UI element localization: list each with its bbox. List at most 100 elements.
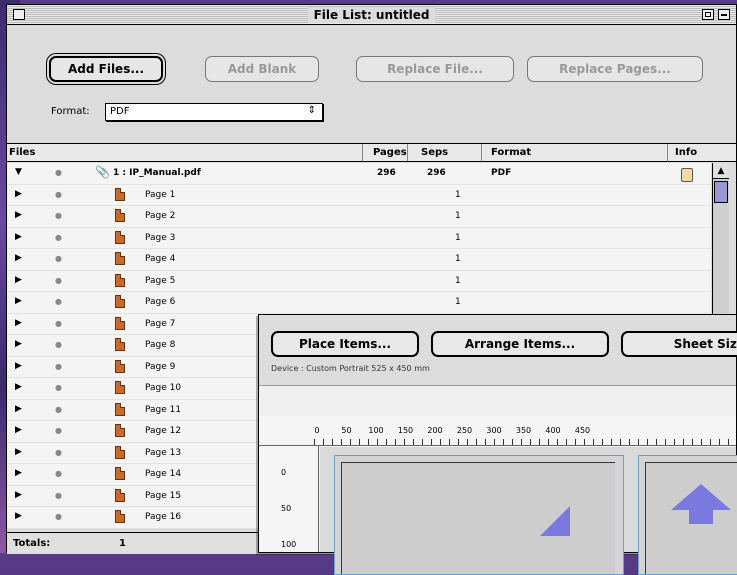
add-blank-button[interactable]: Add Blank (205, 56, 319, 82)
file-row[interactable]: ▼ ● 📎 1 : IP_Manual.pdf 296 296 PDF (7, 163, 711, 185)
page-row[interactable]: ▶ ● Page 6 1 (7, 292, 711, 314)
page-name: Page 16 (145, 512, 182, 522)
status-dot-icon: ● (55, 232, 62, 242)
page-icon (115, 359, 125, 373)
disclosure-closed-icon[interactable]: ▶ (15, 468, 22, 478)
arrange-items-button[interactable]: Arrange Items... (431, 331, 609, 357)
status-dot-icon: ● (55, 447, 62, 457)
ruler-tick-label: 300 (486, 426, 502, 435)
col-format[interactable]: Format (491, 147, 531, 158)
page-icon (115, 295, 125, 308)
ruler-tick-label: 100 (368, 426, 384, 435)
page-row[interactable]: ▶ ● Page 5 1 (7, 270, 711, 292)
disclosure-closed-icon[interactable]: ▶ (15, 490, 22, 500)
page-row[interactable]: ▶ ● Page 1 1 (7, 184, 711, 206)
disclosure-closed-icon[interactable]: ▶ (15, 382, 22, 392)
col-files[interactable]: Files (9, 147, 35, 158)
disclosure-closed-icon[interactable]: ▶ (15, 189, 22, 199)
page-icon (115, 445, 125, 459)
status-dot-icon: ● (55, 512, 62, 521)
toolbar: Add Files... Add Blank Replace File... R… (7, 26, 736, 144)
sheet-size-button[interactable]: Sheet Size (621, 331, 737, 357)
file-format: PDF (491, 168, 512, 178)
replace-pages-button[interactable]: Replace Pages... (527, 56, 703, 82)
sheet-canvas[interactable] (320, 447, 737, 575)
status-dot-icon: ● (55, 189, 62, 199)
page-name: Page 3 (145, 232, 176, 243)
vertical-ruler: 0 50 100 (259, 446, 319, 552)
page-row[interactable]: ▶ ● Page 3 1 (7, 227, 711, 249)
disclosure-closed-icon[interactable]: ▶ (15, 447, 22, 457)
page-icon (115, 316, 125, 330)
page-seps: 1 (455, 275, 461, 286)
sheet-page[interactable] (334, 455, 624, 575)
disclosure-closed-icon[interactable]: ▶ (15, 425, 22, 435)
page-row[interactable]: ▶ ● Page 4 1 (7, 249, 711, 271)
format-select[interactable]: PDF ⇕ (105, 103, 323, 121)
page-icon (115, 488, 125, 502)
disclosure-closed-icon[interactable]: ▶ (15, 318, 22, 328)
info-icon[interactable] (681, 168, 693, 182)
disclosure-closed-icon[interactable]: ▶ (15, 210, 22, 220)
totals-value: 1 (119, 538, 126, 549)
page-name: Page 7 (145, 318, 176, 329)
disclosure-closed-icon[interactable]: ▶ (15, 511, 22, 521)
window-title: File List: untitled (307, 7, 436, 23)
status-dot-icon: ● (55, 340, 62, 349)
title-bar[interactable]: File List: untitled (7, 5, 736, 25)
close-box[interactable] (13, 9, 25, 20)
device-label: Device : Custom Portrait 525 x 450 mm (271, 364, 430, 373)
page-row[interactable]: ▶ ● Page 2 1 (7, 206, 711, 228)
page-seps: 1 (455, 297, 461, 307)
page-icon (115, 467, 125, 480)
status-dot-icon: ● (55, 383, 62, 392)
status-dot-icon: ● (55, 404, 62, 414)
disclosure-closed-icon[interactable]: ▶ (15, 253, 22, 263)
col-pages[interactable]: Pages (373, 147, 407, 158)
ruler-tick-label: 350 (515, 426, 532, 435)
col-seps[interactable]: Seps (421, 147, 448, 158)
place-items-button[interactable]: Place Items... (271, 331, 419, 357)
pdf-file-icon: 📎 (95, 165, 110, 179)
ruler-tick-label: 400 (545, 426, 561, 435)
status-dot-icon: ● (55, 361, 62, 371)
up-arrow-shape-icon (671, 484, 731, 524)
page-icon (115, 338, 125, 351)
sheet-page-2[interactable] (638, 455, 737, 575)
file-seps: 296 (427, 168, 446, 178)
status-dot-icon: ● (55, 490, 62, 500)
disclosure-closed-icon[interactable]: ▶ (15, 361, 22, 371)
select-arrow-icon: ⇕ (307, 105, 316, 116)
list-header: Files Pages Seps Format Info (7, 143, 736, 162)
disclosure-closed-icon[interactable]: ▶ (15, 232, 22, 242)
add-files-button[interactable]: Add Files... (49, 56, 163, 82)
disclosure-closed-icon[interactable]: ▶ (15, 339, 22, 349)
page-name: Page 11 (145, 404, 182, 415)
page-icon (115, 252, 125, 265)
replace-file-button[interactable]: Replace File... (356, 56, 514, 82)
page-seps: 1 (455, 189, 461, 200)
disclosure-closed-icon[interactable]: ▶ (15, 296, 22, 306)
page-icon (115, 273, 125, 287)
zoom-box[interactable] (702, 9, 714, 20)
page-name: Page 15 (145, 490, 182, 501)
page-seps: 1 (455, 232, 461, 243)
disclosure-closed-icon[interactable]: ▶ (15, 275, 22, 285)
col-info[interactable]: Info (675, 147, 697, 158)
page-icon (115, 424, 125, 437)
scroll-thumb[interactable] (714, 181, 728, 203)
page-name: Page 13 (145, 447, 182, 458)
file-name: 1 : IP_Manual.pdf (113, 168, 201, 178)
ruler-tick-label: 50 (281, 504, 292, 513)
disclosure-open-icon[interactable]: ▼ (15, 167, 22, 177)
ruler-tick-label: 0 (281, 468, 287, 477)
arrow-shape-icon (540, 506, 570, 536)
scroll-up-arrow-icon[interactable]: ▲ (713, 163, 729, 179)
horizontal-ruler: 0 50 100 150 200 250 300 350 400 450 (259, 416, 736, 446)
sheet-view: 0 50 100 150 200 250 300 350 400 450 0 50 100 (259, 385, 737, 575)
page-name: Page 9 (145, 361, 176, 372)
page-name: Page 2 (145, 211, 176, 221)
page-seps: 1 (455, 211, 461, 221)
disclosure-closed-icon[interactable]: ▶ (15, 404, 22, 414)
collapse-box[interactable] (718, 9, 730, 20)
